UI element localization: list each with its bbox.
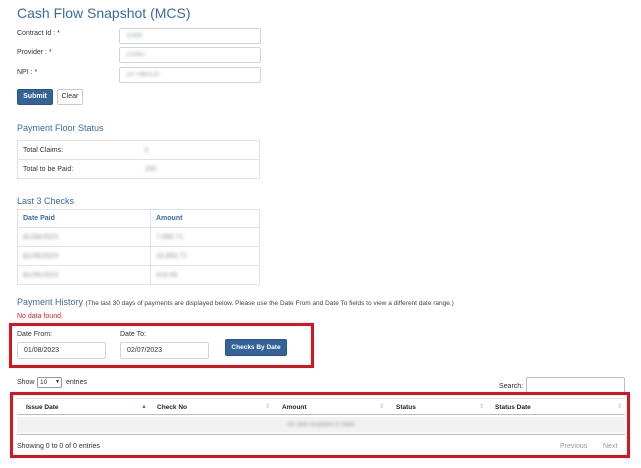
column-status[interactable]: Status: [396, 399, 416, 416]
total-claims-label: Total Claims:: [17, 140, 140, 160]
date-paid-header: Date Paid: [17, 209, 151, 228]
column-check-no[interactable]: Check No: [157, 399, 187, 416]
table-row: $1/06/2023 7,090.71: [17, 227, 260, 247]
column-issue-date[interactable]: Issue Date: [26, 399, 59, 416]
date-paid-cell: $1/06/2023: [23, 233, 59, 241]
total-to-be-paid-label: Total to be Paid:: [17, 159, 140, 179]
checks-by-date-button[interactable]: Checks By Date: [225, 339, 287, 356]
no-data-message: No data found.: [17, 313, 63, 320]
contract-id-label: Contract Id : *: [17, 30, 60, 37]
entries-label: entries: [66, 379, 88, 386]
date-to-label: Date To:: [120, 331, 146, 338]
column-amount[interactable]: Amount: [282, 399, 307, 416]
amount-cell: 15,850.71: [156, 252, 188, 260]
column-status-date[interactable]: Status Date: [495, 399, 531, 416]
page-size-select[interactable]: 10 ▾: [37, 377, 62, 388]
clear-button[interactable]: Clear: [57, 89, 83, 105]
last-checks-table: Date Paid Amount $1/06/2023 7,090.71 $1/…: [17, 209, 260, 285]
sort-icon[interactable]: ⇕: [379, 399, 384, 416]
submit-button[interactable]: Submit: [17, 89, 53, 105]
npi-value: 1477865120: [126, 72, 160, 78]
sort-icon[interactable]: ⇕: [265, 399, 270, 416]
page-title: Cash Flow Snapshot (MCS): [17, 5, 191, 21]
previous-button[interactable]: Previous: [560, 443, 587, 450]
chevron-down-icon: ▾: [55, 379, 59, 385]
payment-floor-title: Payment Floor Status: [17, 123, 104, 133]
page-size-value: 10: [40, 379, 48, 386]
table-row: $1/06/2023 15,850.71: [17, 246, 260, 266]
show-label: Show: [17, 379, 35, 386]
date-from-input[interactable]: 01/08/2023: [17, 342, 106, 359]
payment-history-note: (The last 30 days of payments are displa…: [85, 300, 454, 307]
search-label: Search:: [499, 383, 524, 390]
sort-icon[interactable]: ⇕: [479, 399, 484, 416]
sort-icon[interactable]: ⇕: [617, 399, 622, 416]
payment-floor-table: Total Claims: 0 Total to be Paid: 100: [17, 140, 260, 179]
last-checks-title: Last 3 Checks: [17, 196, 75, 206]
provider-input[interactable]: 223457: [119, 47, 261, 63]
date-paid-cell: $1/06/2023: [23, 252, 59, 260]
sort-asc-icon[interactable]: ▲: [141, 399, 147, 416]
table-info: Showing 0 to 0 of 0 entries: [17, 443, 100, 450]
contract-id-value: 11560: [126, 33, 143, 39]
amount-cell: 7,090.71: [156, 233, 184, 241]
search-input[interactable]: [526, 377, 625, 393]
date-from-label: Date From:: [17, 331, 53, 338]
table-row: Total Claims: 0: [17, 140, 260, 160]
grid-divider: [17, 434, 625, 435]
grid-header: Issue Date ▲ Check No ⇕ Amount ⇕ Status …: [17, 398, 625, 415]
empty-table-row: No data available in table: [17, 417, 625, 433]
empty-table-message: No data available in table: [287, 422, 355, 428]
provider-value: 223457: [126, 52, 147, 58]
total-to-be-paid-value: 100: [144, 165, 157, 173]
date-to-input[interactable]: 02/07/2023: [120, 342, 209, 359]
npi-input[interactable]: 1477865120: [119, 67, 261, 83]
table-row: Total to be Paid: 100: [17, 159, 260, 179]
table-row: $1/06/2023 419.06: [17, 265, 260, 285]
provider-label: Provider : *: [17, 49, 52, 56]
npi-label: NPI : *: [17, 69, 38, 76]
total-claims-value: 0: [144, 146, 149, 154]
date-paid-cell: $1/06/2023: [23, 271, 59, 279]
payment-history-heading: Payment History (The last 30 days of pay…: [17, 297, 454, 307]
contract-id-input[interactable]: 11560: [119, 28, 261, 44]
payment-history-title: Payment History: [17, 297, 84, 307]
next-button[interactable]: Next: [603, 443, 617, 450]
amount-cell: 419.06: [156, 271, 178, 279]
amount-header: Amount: [150, 209, 260, 228]
